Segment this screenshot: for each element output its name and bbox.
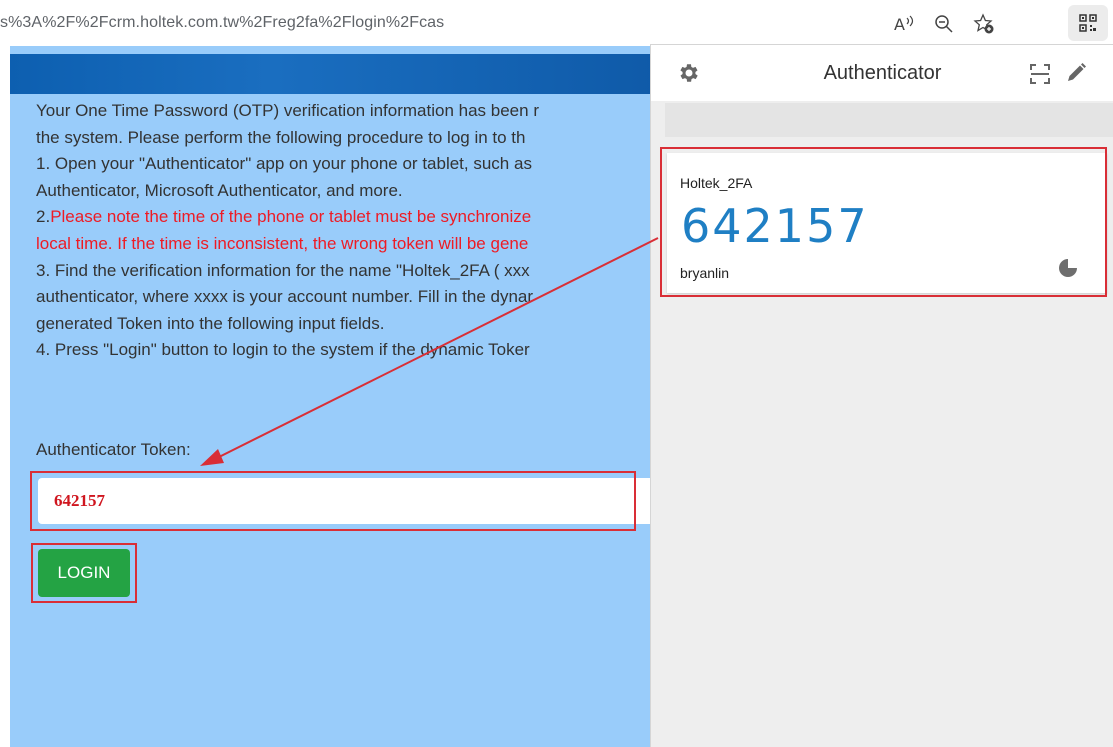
step-number: 2. — [36, 207, 51, 227]
scan-qr-icon[interactable] — [1029, 63, 1051, 85]
login-page: Your One Time Password (OTP) verificatio… — [10, 46, 660, 747]
instruction-line: 4. Press "Login" button to login to the … — [36, 340, 530, 360]
popup-search-band — [665, 103, 1113, 137]
token-input-highlight — [30, 471, 636, 531]
qr-extension-icon[interactable] — [1068, 5, 1108, 41]
instruction-line: 2.Please note the time of the phone or t… — [36, 204, 660, 231]
instruction-line: Authenticator, Microsoft Authenticator, … — [36, 180, 403, 200]
browser-toolbar: s%3A%2F%2Fcrm.holtek.com.tw%2Freg2fa%2Fl… — [0, 0, 1113, 46]
zoom-out-icon[interactable] — [930, 10, 958, 38]
time-sync-warning-cont: local time. If the time is inconsistent,… — [36, 233, 529, 253]
login-button-highlight — [31, 543, 137, 603]
edit-pencil-icon[interactable] — [1065, 62, 1087, 84]
token-label: Authenticator Token: — [36, 440, 191, 459]
gear-icon[interactable] — [677, 61, 701, 85]
address-bar-url[interactable]: s%3A%2F%2Fcrm.holtek.com.tw%2Freg2fa%2Fl… — [0, 14, 444, 32]
instruction-line: 1. Open your "Authenticator" app on your… — [36, 154, 532, 174]
popup-header: Authenticator — [651, 45, 1113, 101]
svg-text:A: A — [894, 15, 905, 34]
otp-entry-highlight — [660, 147, 1107, 297]
instruction-line: authenticator, where xxxx is your accoun… — [36, 287, 534, 307]
instruction-line: generated Token into the following input… — [36, 313, 385, 333]
page-header-banner — [10, 54, 660, 94]
instruction-line: 3. Find the verification information for… — [36, 260, 530, 280]
read-aloud-icon[interactable]: A — [890, 10, 918, 38]
instruction-line: Your One Time Password (OTP) verificatio… — [36, 101, 539, 120]
time-sync-warning: Please note the time of the phone or tab… — [50, 207, 532, 227]
otp-instructions: Your One Time Password (OTP) verificatio… — [36, 98, 660, 364]
instruction-line: the system. Please perform the following… — [36, 127, 526, 147]
add-favorite-icon[interactable] — [970, 10, 998, 38]
